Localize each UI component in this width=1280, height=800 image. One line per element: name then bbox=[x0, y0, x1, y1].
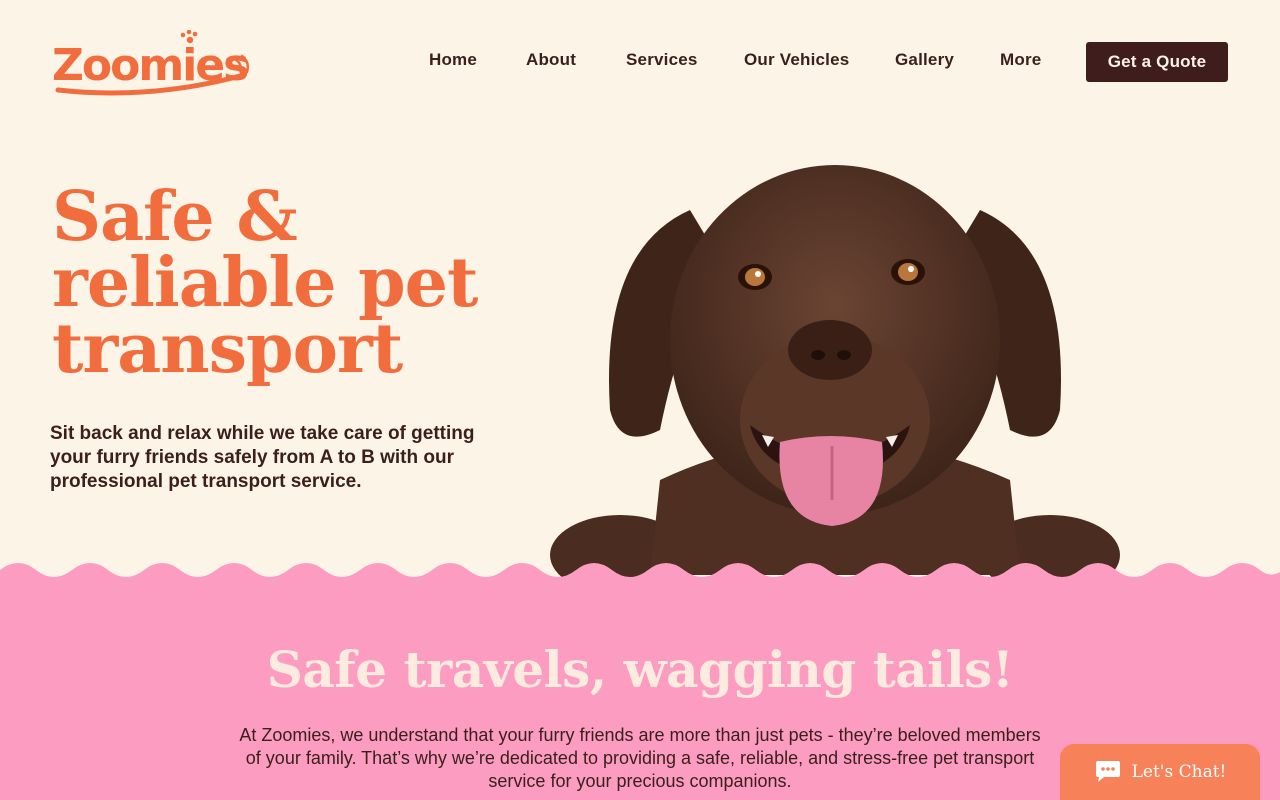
site-header: Zoomies Home About Services Our Vehicles… bbox=[0, 0, 1280, 120]
hero-dog-image bbox=[540, 150, 1130, 595]
hero-title-line-3: transport bbox=[52, 309, 403, 389]
section-body: At Zoomies, we understand that your furr… bbox=[239, 725, 1041, 791]
get-a-quote-button[interactable]: Get a Quote bbox=[1086, 42, 1228, 82]
hero-title: Safe & reliable pet transport bbox=[52, 183, 532, 383]
nav-about[interactable]: About bbox=[526, 50, 576, 70]
hero-subtitle: Sit back and relax while we take care of… bbox=[50, 423, 475, 492]
lets-chat-button[interactable]: Let's Chat! bbox=[1060, 744, 1260, 800]
nav-our-vehicles[interactable]: Our Vehicles bbox=[744, 50, 849, 70]
nav-services[interactable]: Services bbox=[626, 50, 698, 70]
chat-label: Let's Chat! bbox=[1131, 762, 1227, 782]
nav-gallery[interactable]: Gallery bbox=[895, 50, 954, 70]
chat-bubble-icon bbox=[1095, 761, 1120, 782]
section-title: Safe travels, wagging tails! bbox=[266, 640, 1014, 699]
nav-more[interactable]: More bbox=[1000, 50, 1041, 70]
nav-home[interactable]: Home bbox=[429, 50, 477, 70]
